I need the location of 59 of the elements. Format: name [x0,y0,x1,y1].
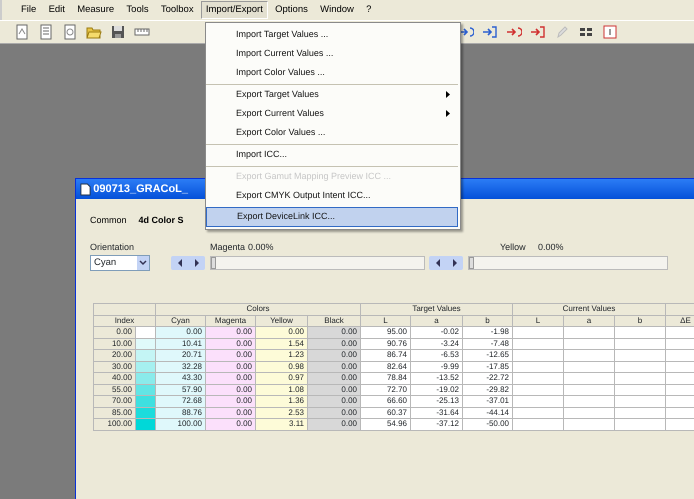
arrow-in-icon[interactable] [530,24,546,40]
table-cell: 85.00 [94,407,136,418]
menu-item[interactable]: Import Current Values ... [206,44,458,63]
menu-item[interactable]: Export Target Values [206,84,458,104]
column-group-header: Colors [156,304,360,315]
arrow-in-icon[interactable] [482,24,498,40]
menu-item[interactable]: Export DeviceLink ICC... [206,207,458,227]
left-arrow-icon[interactable] [176,259,182,267]
slider-reading: 0.00% [538,241,565,254]
menu-item[interactable]: Import Color Values ... [206,63,458,82]
table-cell: 10.00 [94,338,136,350]
right-arrow-icon[interactable] [194,259,200,267]
left-arrow-icon[interactable] [434,259,440,267]
orientation-label: Orientation [90,241,136,254]
menu-item[interactable]: ? [361,0,376,20]
slider-reading: 0.00% [248,241,275,254]
submenu-arrow-icon [446,91,450,98]
menu-item[interactable]: Tools [121,0,154,20]
table-cell: 40.00 [94,372,136,384]
submenu-arrow-icon [446,110,450,117]
new-file-icon[interactable] [14,24,30,40]
menu-item[interactable]: Measure [72,0,120,20]
table-cell: 30.00 [94,361,136,372]
menu-item[interactable]: Toolbox [156,0,199,20]
window-title: 090713_GRACoL_ [93,182,188,197]
menu-item[interactable]: Import/Export [200,0,268,20]
menu-item[interactable]: Export Color Values ... [206,123,458,142]
menu-item[interactable]: Import ICC... [206,144,458,164]
slider-label: Yellow [500,241,527,254]
slider-thumb[interactable] [210,257,216,269]
column-group-header: Target Values [360,304,512,315]
slider-label: Magenta [210,241,246,254]
single-view-icon[interactable] [602,24,618,40]
document-icon [80,182,91,196]
menu-item[interactable]: Export Current Values [206,104,458,123]
menu-item[interactable]: Window [315,0,359,20]
document-icon[interactable] [38,24,54,40]
slider-thumb[interactable] [468,257,474,269]
tab[interactable]: 4d Color S [132,214,190,227]
tab[interactable]: Common [84,214,133,227]
table-cell: 20.00 [94,350,136,361]
menu-item[interactable]: Import Target Values ... [206,25,458,44]
menu-item[interactable]: Options [270,0,313,20]
menu-item[interactable]: Export CMYK Output Intent ICC... [206,186,458,205]
menu-item[interactable]: Edit [44,0,70,20]
right-arrow-icon[interactable] [452,259,458,267]
save-icon[interactable] [110,24,126,40]
stepper[interactable] [171,256,205,270]
column-group-header: Current Values [512,304,666,315]
table-cell: 55.00 [94,384,136,396]
column-header[interactable]: Index [94,315,156,326]
menu-item[interactable]: File [16,0,42,20]
table-cell: 100.00 [94,418,136,430]
stepper[interactable] [429,256,463,270]
table-cell: 70.00 [94,396,136,407]
document-icon[interactable] [62,24,78,40]
table-cell: 0.00 [94,326,136,338]
dropdown-field[interactable]: Cyan [90,255,150,271]
caret-icon [137,256,149,270]
